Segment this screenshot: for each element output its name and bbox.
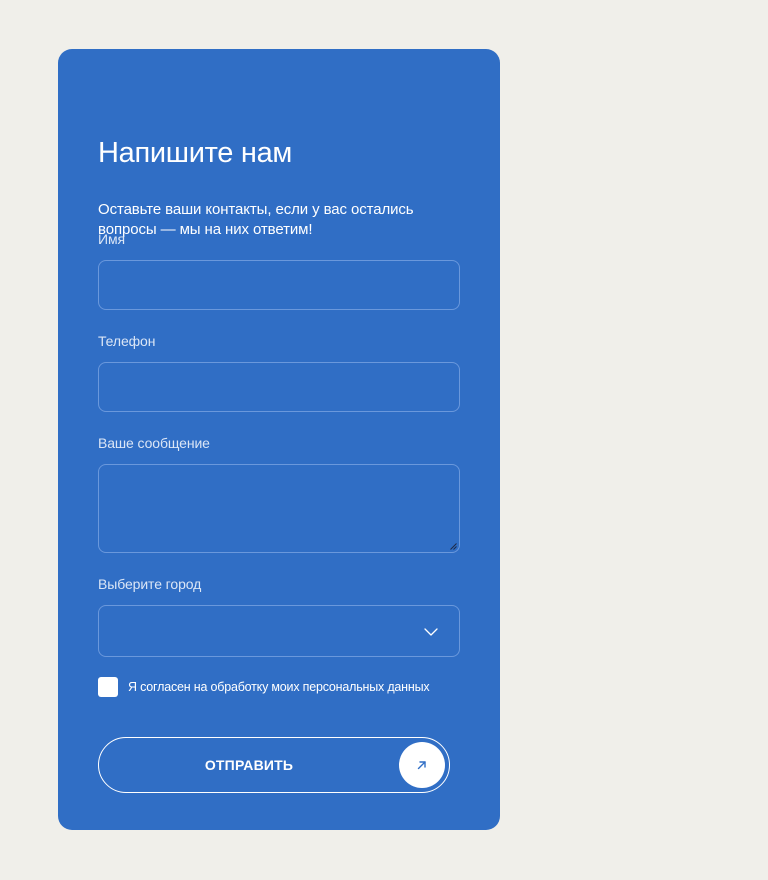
name-field-label: Имя: [98, 231, 125, 247]
submit-button[interactable]: ОТПРАВИТЬ: [98, 737, 450, 793]
chevron-down-icon: [424, 628, 438, 636]
phone-input[interactable]: [98, 362, 460, 412]
submit-button-label: ОТПРАВИТЬ: [204, 757, 294, 773]
resize-handle-icon[interactable]: [450, 543, 457, 550]
city-select[interactable]: [98, 605, 460, 657]
city-field-label: Выберите город: [98, 576, 202, 592]
consent-row: Я согласен на обработку моих персональны…: [98, 677, 430, 697]
name-input[interactable]: [98, 260, 460, 310]
form-subtitle: Оставьте ваши контакты, если у вас остал…: [98, 201, 414, 238]
consent-checkbox[interactable]: [98, 677, 118, 697]
message-field-label: Ваше сообщение: [98, 435, 210, 451]
contact-form-card: Напишите нам Оставьте ваши контакты, есл…: [58, 49, 500, 830]
form-title: Напишите нам: [98, 137, 293, 169]
message-textarea[interactable]: [98, 464, 460, 553]
consent-label[interactable]: Я согласен на обработку моих персональны…: [128, 680, 430, 694]
submit-arrow-circle[interactable]: [399, 742, 445, 788]
arrow-up-right-icon: [417, 761, 426, 770]
phone-field-label: Телефон: [98, 333, 156, 349]
